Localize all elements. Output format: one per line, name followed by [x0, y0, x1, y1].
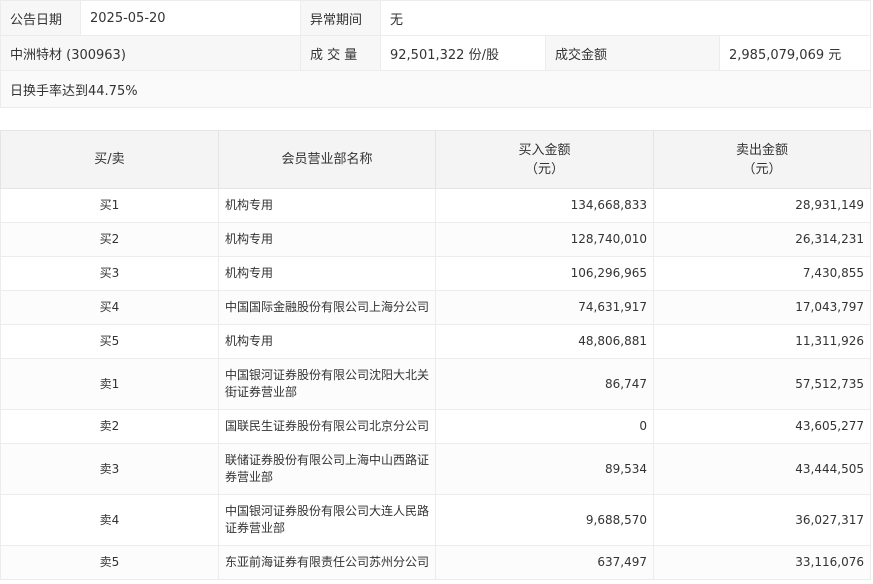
announce-date-value: 2025-05-20	[81, 1, 301, 36]
row-buy-amount: 0	[436, 410, 654, 444]
row-branch: 中国银河证券股份有限公司大连人民路证券营业部	[219, 495, 436, 546]
row-side: 卖1	[1, 359, 219, 410]
row-buy-amount: 48,806,881	[436, 325, 654, 359]
header-buy-line1: 买入金额	[518, 143, 570, 158]
row-side: 买3	[1, 257, 219, 291]
row-buy-amount: 106,296,965	[436, 257, 654, 291]
table-header-row: 买/卖 会员营业部名称 买入金额 （元） 卖出金额 （元）	[1, 131, 871, 189]
row-branch: 中国国际金融股份有限公司上海分公司	[219, 291, 436, 325]
row-branch: 机构专用	[219, 257, 436, 291]
row-side: 买1	[1, 189, 219, 223]
row-branch: 国联民生证券股份有限公司北京分公司	[219, 410, 436, 444]
row-buy-amount: 134,668,833	[436, 189, 654, 223]
volume-value: 92,501,322 份/股	[381, 36, 546, 71]
row-sell-amount: 28,931,149	[654, 189, 871, 223]
row-branch: 机构专用	[219, 189, 436, 223]
row-sell-amount: 43,605,277	[654, 410, 871, 444]
table-row: 买1 机构专用 134,668,833 28,931,149	[1, 189, 871, 223]
announce-date-label: 公告日期	[1, 1, 81, 36]
info-row-trade: 中洲特材 (300963) 成 交 量 92,501,322 份/股 成交金额 …	[1, 36, 871, 71]
row-side: 买2	[1, 223, 219, 257]
stock-info-table: 公告日期 2025-05-20 异常期间 无 中洲特材 (300963) 成 交…	[0, 0, 871, 108]
abnormal-period-value: 无	[381, 1, 871, 36]
row-sell-amount: 7,430,855	[654, 257, 871, 291]
stock-name: 中洲特材 (300963)	[1, 36, 301, 71]
listing-reason: 日换手率达到44.75%	[1, 71, 871, 108]
table-row: 买5 机构专用 48,806,881 11,311,926	[1, 325, 871, 359]
amount-label: 成交金额	[546, 36, 720, 71]
table-row: 卖1 中国银河证券股份有限公司沈阳大北关街证券营业部 86,747 57,512…	[1, 359, 871, 410]
row-sell-amount: 26,314,231	[654, 223, 871, 257]
table-row: 买3 机构专用 106,296,965 7,430,855	[1, 257, 871, 291]
amount-value: 2,985,079,069 元	[720, 36, 871, 71]
row-sell-amount: 43,444,505	[654, 444, 871, 495]
header-branch: 会员营业部名称	[219, 131, 436, 189]
info-row-date: 公告日期 2025-05-20 异常期间 无	[1, 1, 871, 36]
row-side: 买5	[1, 325, 219, 359]
table-row: 卖5 东亚前海证券有限责任公司苏州分公司 637,497 33,116,076	[1, 546, 871, 580]
volume-label: 成 交 量	[301, 36, 381, 71]
row-branch: 机构专用	[219, 325, 436, 359]
row-buy-amount: 89,534	[436, 444, 654, 495]
row-buy-amount: 9,688,570	[436, 495, 654, 546]
row-side: 卖3	[1, 444, 219, 495]
row-sell-amount: 33,116,076	[654, 546, 871, 580]
table-row: 卖3 联储证券股份有限公司上海中山西路证券营业部 89,534 43,444,5…	[1, 444, 871, 495]
header-sell-line1: 卖出金额	[736, 143, 788, 158]
row-side: 买4	[1, 291, 219, 325]
header-side: 买/卖	[1, 131, 219, 189]
table-row: 买4 中国国际金融股份有限公司上海分公司 74,631,917 17,043,7…	[1, 291, 871, 325]
row-branch: 中国银河证券股份有限公司沈阳大北关街证券营业部	[219, 359, 436, 410]
row-buy-amount: 74,631,917	[436, 291, 654, 325]
header-sell-amount: 卖出金额 （元）	[654, 131, 871, 189]
header-sell-unit: （元）	[742, 162, 781, 177]
row-branch: 东亚前海证券有限责任公司苏州分公司	[219, 546, 436, 580]
table-row: 卖4 中国银河证券股份有限公司大连人民路证券营业部 9,688,570 36,0…	[1, 495, 871, 546]
table-row: 买2 机构专用 128,740,010 26,314,231	[1, 223, 871, 257]
header-buy-unit: （元）	[525, 162, 564, 177]
row-branch: 机构专用	[219, 223, 436, 257]
row-sell-amount: 11,311,926	[654, 325, 871, 359]
row-buy-amount: 637,497	[436, 546, 654, 580]
row-branch: 联储证券股份有限公司上海中山西路证券营业部	[219, 444, 436, 495]
row-side: 卖5	[1, 546, 219, 580]
table-row: 卖2 国联民生证券股份有限公司北京分公司 0 43,605,277	[1, 410, 871, 444]
row-buy-amount: 86,747	[436, 359, 654, 410]
row-side: 卖2	[1, 410, 219, 444]
header-buy-amount: 买入金额 （元）	[436, 131, 654, 189]
trading-seats-table: 买/卖 会员营业部名称 买入金额 （元） 卖出金额 （元） 买1 机构专用 134,…	[0, 130, 871, 580]
row-sell-amount: 36,027,317	[654, 495, 871, 546]
row-side: 卖4	[1, 495, 219, 546]
row-buy-amount: 128,740,010	[436, 223, 654, 257]
row-sell-amount: 17,043,797	[654, 291, 871, 325]
info-row-note: 日换手率达到44.75%	[1, 71, 871, 108]
abnormal-period-label: 异常期间	[301, 1, 381, 36]
row-sell-amount: 57,512,735	[654, 359, 871, 410]
